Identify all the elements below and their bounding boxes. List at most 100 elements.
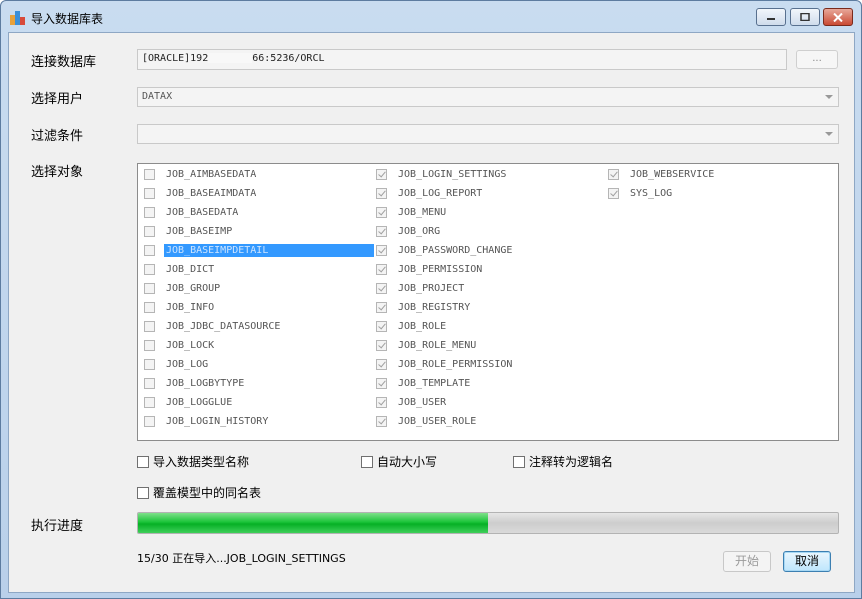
checked-checkbox[interactable]: [376, 283, 387, 294]
checkbox[interactable]: [144, 226, 155, 237]
checkbox[interactable]: [144, 321, 155, 332]
filter-select[interactable]: [137, 124, 839, 144]
object-item[interactable]: JOB_MENU: [376, 203, 448, 222]
cancel-button[interactable]: 取消: [783, 551, 831, 572]
maximize-button[interactable]: [790, 8, 820, 26]
option-checkbox[interactable]: [137, 455, 149, 468]
object-item[interactable]: JOB_PASSWORD_CHANGE: [376, 241, 514, 260]
checkbox[interactable]: [144, 378, 155, 389]
object-item[interactable]: JOB_LOG: [144, 355, 210, 374]
option-checkbox[interactable]: [361, 455, 373, 468]
checked-checkbox[interactable]: [376, 321, 387, 332]
object-item[interactable]: JOB_INFO: [144, 298, 216, 317]
checkbox[interactable]: [144, 207, 155, 218]
object-item[interactable]: JOB_WEBSERVICE: [608, 165, 716, 184]
browse-connection-button[interactable]: ...: [796, 50, 838, 69]
object-name: JOB_PERMISSION: [398, 264, 483, 275]
checked-checkbox[interactable]: [608, 169, 619, 180]
checkbox[interactable]: [144, 397, 155, 408]
object-item[interactable]: JOB_DICT: [144, 260, 216, 279]
checkbox[interactable]: [144, 245, 155, 256]
option-import-type-names[interactable]: 导入数据类型名称: [137, 453, 249, 470]
option-checkbox[interactable]: [513, 455, 525, 468]
object-name: JOB_LOG: [166, 359, 209, 370]
user-select-value: DATAX: [142, 91, 173, 102]
object-item[interactable]: JOB_ROLE_MENU: [376, 336, 478, 355]
minimize-button[interactable]: [756, 8, 786, 26]
object-item[interactable]: JOB_LOGIN_HISTORY: [144, 412, 270, 431]
object-checklist[interactable]: JOB_AIMBASEDATA JOB_BASEAIMDATA JOB_BASEDA…: [137, 163, 839, 441]
checked-checkbox[interactable]: [376, 340, 387, 351]
checkbox[interactable]: [144, 340, 155, 351]
minimize-icon: [767, 18, 775, 20]
object-item[interactable]: JOB_BASEIMP: [144, 222, 234, 241]
object-item[interactable]: JOB_ROLE_PERMISSION: [376, 355, 514, 374]
object-name: JOB_BASEDATA: [166, 207, 239, 218]
window-title: 导入数据库表: [31, 12, 104, 26]
checkbox[interactable]: [144, 169, 155, 180]
user-label: 选择用户: [31, 92, 84, 107]
checked-checkbox[interactable]: [376, 245, 387, 256]
option-checkbox[interactable]: [137, 486, 149, 499]
checked-checkbox[interactable]: [376, 169, 387, 180]
object-item[interactable]: JOB_GROUP: [144, 279, 222, 298]
object-name: JOB_ROLE_PERMISSION: [398, 359, 513, 370]
option-comment-to-logical[interactable]: 注释转为逻辑名: [513, 453, 613, 470]
object-name: JOB_LOCK: [166, 340, 215, 351]
connection-value-prefix: [ORACLE]192: [142, 53, 209, 64]
object-name: JOB_LOGBYTYPE: [166, 378, 245, 389]
chevron-down-icon: [825, 95, 833, 99]
object-item[interactable]: JOB_REGISTRY: [376, 298, 472, 317]
object-item[interactable]: JOB_LOGIN_SETTINGS: [376, 165, 508, 184]
object-item[interactable]: JOB_BASEAIMDATA: [144, 184, 258, 203]
progress-status: 15/30 正在导入...JOB_LOGIN_SETTINGS: [137, 552, 346, 565]
option-auto-case[interactable]: 自动大小写: [361, 453, 437, 470]
close-button[interactable]: [823, 8, 853, 26]
object-name: JOB_JDBC_DATASOURCE: [166, 321, 281, 332]
filter-label: 过滤条件: [31, 129, 84, 144]
object-item[interactable]: JOB_LOGBYTYPE: [144, 374, 246, 393]
title-bar[interactable]: 导入数据库表: [1, 1, 861, 31]
checked-checkbox[interactable]: [376, 264, 387, 275]
object-item[interactable]: JOB_BASEDATA: [144, 203, 240, 222]
object-item[interactable]: JOB_BASEIMPDETAIL: [144, 241, 374, 260]
object-item[interactable]: JOB_ORG: [376, 222, 442, 241]
start-button[interactable]: 开始: [723, 551, 771, 572]
user-select[interactable]: DATAX: [137, 87, 839, 107]
connection-field[interactable]: [ORACLE]192 66:5236/ORCL: [137, 49, 787, 70]
object-item[interactable]: JOB_LOG_REPORT: [376, 184, 484, 203]
objects-label: 选择对象: [31, 165, 84, 180]
object-item[interactable]: JOB_PERMISSION: [376, 260, 484, 279]
checkbox[interactable]: [144, 359, 155, 370]
checked-checkbox[interactable]: [608, 188, 619, 199]
checkbox[interactable]: [144, 264, 155, 275]
checkbox[interactable]: [144, 416, 155, 427]
object-item[interactable]: JOB_LOCK: [144, 336, 216, 355]
object-name: JOB_ROLE: [398, 321, 447, 332]
object-item[interactable]: JOB_LOGGLUE: [144, 393, 234, 412]
checked-checkbox[interactable]: [376, 226, 387, 237]
close-icon: [833, 12, 843, 22]
checked-checkbox[interactable]: [376, 188, 387, 199]
object-item[interactable]: JOB_ROLE: [376, 317, 448, 336]
object-name: JOB_WEBSERVICE: [630, 169, 715, 180]
checked-checkbox[interactable]: [376, 207, 387, 218]
checkbox[interactable]: [144, 188, 155, 199]
object-name: JOB_TEMPLATE: [398, 378, 471, 389]
object-item[interactable]: JOB_AIMBASEDATA: [144, 165, 258, 184]
checked-checkbox[interactable]: [376, 302, 387, 313]
object-item[interactable]: JOB_TEMPLATE: [376, 374, 472, 393]
object-item[interactable]: JOB_JDBC_DATASOURCE: [144, 317, 282, 336]
object-item[interactable]: JOB_USER: [376, 393, 448, 412]
object-item[interactable]: SYS_LOG: [608, 184, 674, 203]
object-item[interactable]: JOB_PROJECT: [376, 279, 466, 298]
checked-checkbox[interactable]: [376, 416, 387, 427]
object-item[interactable]: JOB_USER_ROLE: [376, 412, 478, 431]
checked-checkbox[interactable]: [376, 378, 387, 389]
checked-checkbox[interactable]: [376, 359, 387, 370]
option-overwrite-same-name[interactable]: 覆盖模型中的同名表: [137, 484, 261, 501]
object-name: JOB_REGISTRY: [398, 302, 471, 313]
checked-checkbox[interactable]: [376, 397, 387, 408]
checkbox[interactable]: [144, 283, 155, 294]
checkbox[interactable]: [144, 302, 155, 313]
